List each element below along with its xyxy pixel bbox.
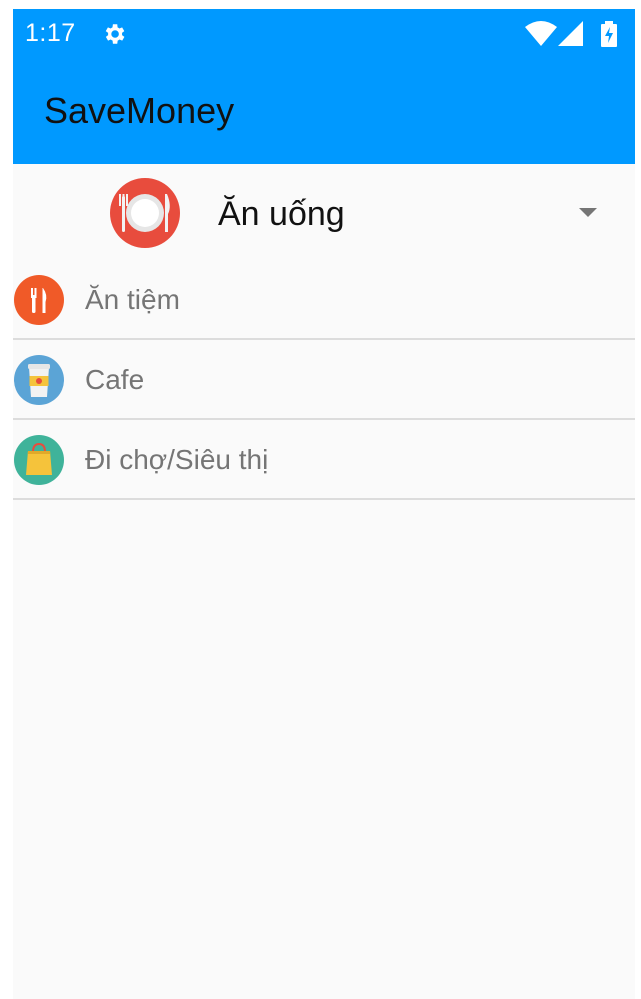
signal-icon xyxy=(558,21,583,46)
plate-cutlery-icon xyxy=(110,178,180,248)
app-title: SaveMoney xyxy=(44,90,235,131)
status-bar: 1:17 xyxy=(13,9,635,59)
category-selected-label: Ăn uống xyxy=(218,195,345,233)
wifi-icon xyxy=(525,21,557,46)
battery-charging-icon xyxy=(601,21,617,47)
coffee-cup-icon xyxy=(14,355,64,405)
status-time: 1:17 xyxy=(25,19,76,47)
status-icons xyxy=(525,21,625,47)
app-screen: 1:17 SaveMoney Ăn uống Ăn tiệm Cafe Đi c… xyxy=(13,9,635,999)
list-item-di-cho-sieu-thi[interactable]: Đi chợ/Siêu thị xyxy=(13,420,635,500)
gear-icon xyxy=(105,24,125,44)
list-item-an-tiem[interactable]: Ăn tiệm xyxy=(13,260,635,340)
chevron-down-icon xyxy=(579,208,597,217)
fork-knife-icon xyxy=(14,275,64,325)
app-bar: SaveMoney xyxy=(13,59,635,164)
list-item-label: Đi chợ/Siêu thị xyxy=(85,444,269,475)
list-item-label: Cafe xyxy=(85,364,145,395)
category-spinner[interactable]: Ăn uống xyxy=(13,174,635,254)
list-item-label: Ăn tiệm xyxy=(85,284,180,315)
shopping-bag-icon xyxy=(14,435,64,485)
list-item-cafe[interactable]: Cafe xyxy=(13,340,635,420)
subcategory-list: Ăn tiệm Cafe Đi chợ/Siêu thị xyxy=(13,260,635,500)
